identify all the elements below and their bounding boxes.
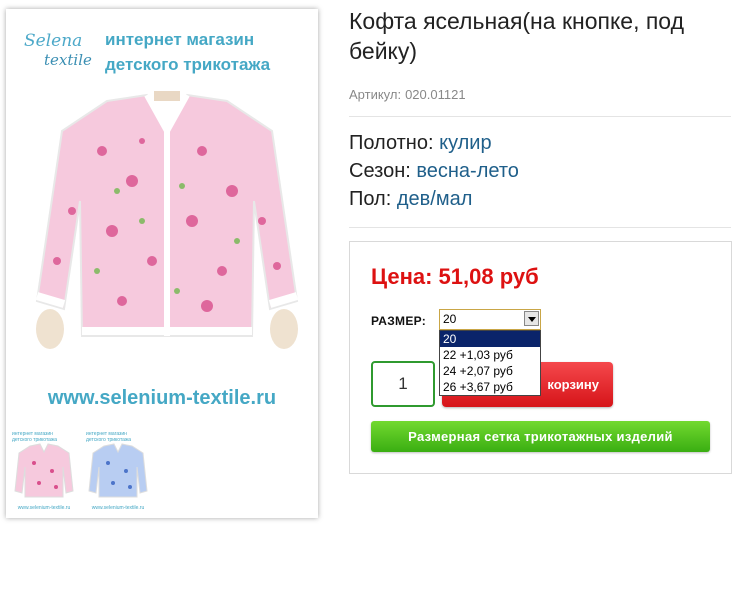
image-header-line1: интернет магазин: [105, 30, 255, 49]
size-option[interactable]: 24 +2,07 руб: [440, 363, 540, 379]
thumbnail-pink[interactable]: интернет магазин детского трикотажа www.…: [10, 427, 78, 513]
property-value[interactable]: кулир: [439, 132, 492, 154]
product-sku: Артикул: 020.01121: [349, 87, 466, 102]
size-select-value: 20: [443, 312, 457, 326]
thumbnail-blue[interactable]: интернет магазин детского трикотажа www.…: [84, 427, 152, 513]
logo-text-line1: Selena: [24, 31, 83, 51]
size-dropdown-list: 20 22 +1,03 руб 24 +2,07 руб 26 +3,67 ру…: [439, 330, 541, 396]
property-label: Сезон:: [349, 160, 411, 182]
size-chart-button[interactable]: Размерная сетка трикотажных изделий: [371, 421, 710, 452]
thumbnail-strip: интернет магазин детского трикотажа www.…: [10, 427, 314, 513]
mannequin-neck: [154, 91, 180, 101]
price: Цена: 51,08 руб: [371, 264, 539, 289]
property-label: Пол:: [349, 188, 392, 210]
divider: [349, 116, 731, 117]
property-value[interactable]: весна-лето: [416, 160, 519, 182]
buy-box: Цена: 51,08 руб РАЗМЕР: 20 корзину 1 20 …: [349, 241, 732, 474]
divider: [349, 227, 731, 228]
thumbnail-url: www.selenium-textile.ru: [91, 505, 145, 511]
size-option[interactable]: 20: [440, 331, 540, 347]
mannequin-hand-left: [36, 309, 64, 349]
thumbnail-garment: [88, 443, 148, 498]
thumbnail-header: интернет магазин детского трикотажа: [86, 431, 131, 443]
thumbnail-garment: [14, 443, 74, 498]
product-gallery: Selena textile интернет магазин детского…: [6, 9, 318, 518]
image-header-line2: детского трикотажа: [105, 55, 271, 74]
image-site-url: www.selenium-textile.ru: [47, 387, 277, 409]
sku-value: 020.01121: [405, 87, 466, 102]
garment-illustration: [35, 91, 299, 349]
main-product-image[interactable]: Selena textile интернет магазин детского…: [10, 13, 314, 423]
property-value[interactable]: дев/мал: [397, 188, 473, 210]
mannequin-hand-right: [270, 309, 298, 349]
size-select[interactable]: 20: [439, 309, 541, 330]
size-option[interactable]: 26 +3,67 руб: [440, 379, 540, 395]
property-fabric: Полотно: кулир: [349, 132, 492, 155]
thumbnail-header: интернет магазин детского трикотажа: [12, 431, 57, 443]
image-header-text: интернет магазин детского трикотажа: [105, 27, 270, 77]
property-season: Сезон: весна-лето: [349, 160, 519, 183]
property-label: Полотно:: [349, 132, 434, 154]
size-label: РАЗМЕР:: [371, 314, 427, 328]
chevron-down-icon[interactable]: [524, 311, 539, 326]
sku-label: Артикул:: [349, 87, 402, 102]
product-title: Кофта ясельная(на кнопке, под бейку): [349, 8, 685, 64]
quantity-input[interactable]: 1: [371, 361, 435, 407]
size-option[interactable]: 22 +1,03 руб: [440, 347, 540, 363]
brand-logo: Selena textile: [18, 31, 98, 75]
property-gender: Пол: дев/мал: [349, 188, 472, 211]
logo-text-line2: textile: [44, 51, 92, 69]
thumbnail-url: www.selenium-textile.ru: [17, 505, 71, 511]
